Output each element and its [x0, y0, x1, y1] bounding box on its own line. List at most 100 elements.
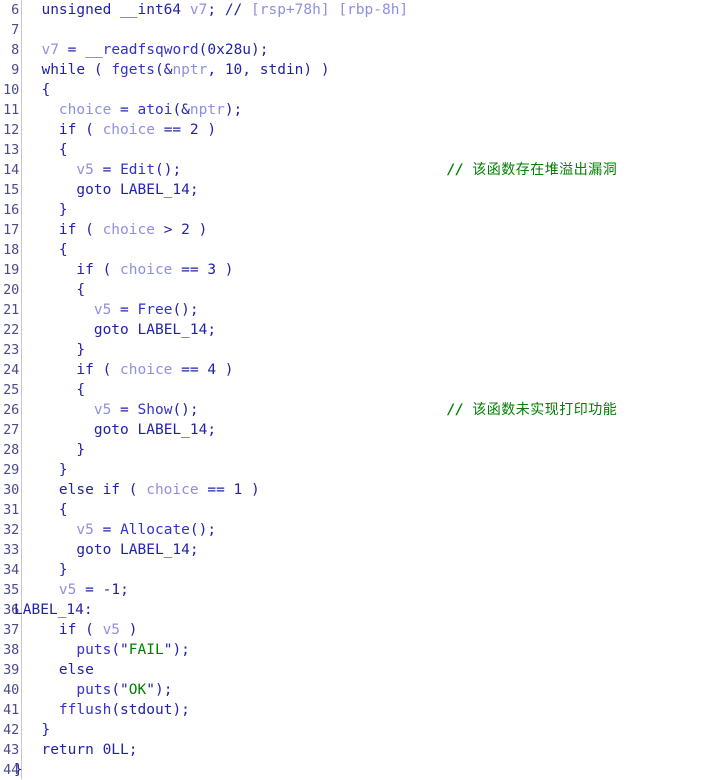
code-line[interactable]: 6 unsigned __int64 v7; // [rsp+78h] [rbp… — [0, 0, 724, 20]
token-kw: == — [154, 122, 190, 138]
line-number: 42 — [3, 722, 19, 738]
code-text[interactable]: v5 = Edit(); — [24, 160, 181, 180]
code-text[interactable]: puts("FAIL"); — [24, 640, 190, 660]
token-str: OK — [128, 682, 147, 698]
code-text[interactable]: goto LABEL_14; — [24, 180, 198, 200]
code-text[interactable]: if ( choice == 2 ) — [24, 120, 216, 140]
code-line[interactable]: 31 { — [0, 500, 724, 520]
line-number: 12 — [3, 122, 19, 138]
code-line[interactable]: 35 v5 = -1; — [0, 580, 724, 600]
line-number: 14 — [3, 162, 19, 178]
code-text[interactable]: unsigned __int64 v7; // [rsp+78h] [rbp-8… — [24, 0, 408, 20]
token-kw: = — [76, 582, 103, 598]
token-kw: { — [24, 502, 68, 518]
code-text[interactable]: } — [24, 560, 68, 580]
code-line[interactable]: 37 if ( v5 ) — [0, 620, 724, 640]
code-text[interactable]: goto LABEL_14; — [24, 320, 216, 340]
code-line[interactable]: 10 { — [0, 80, 724, 100]
code-line[interactable]: 36 LABEL_14: — [0, 600, 724, 620]
code-text[interactable]: v5 = Show(); — [24, 400, 199, 420]
code-line[interactable]: 8 v7 = __readfsqword(0x28u); — [0, 40, 724, 60]
code-line[interactable]: 38 puts("FAIL"); — [0, 640, 724, 660]
token-kw: (); — [172, 302, 199, 318]
code-text[interactable]: if ( choice == 4 ) — [24, 360, 233, 380]
code-text[interactable]: LABEL_14: — [14, 600, 93, 620]
code-text[interactable]: { — [24, 280, 85, 300]
code-text[interactable]: } — [14, 760, 23, 780]
token-fn: atoi — [137, 102, 173, 118]
code-line[interactable]: 20 { — [0, 280, 724, 300]
code-text[interactable]: } — [24, 340, 85, 360]
line-number: 38 — [3, 642, 19, 658]
code-line[interactable]: 28 } — [0, 440, 724, 460]
code-line[interactable]: 43 return 0LL; — [0, 740, 724, 760]
code-text[interactable]: } — [24, 720, 50, 740]
code-line[interactable]: 11 choice = atoi(&nptr); — [0, 100, 724, 120]
code-line[interactable]: 16 } — [0, 200, 724, 220]
code-text[interactable]: { — [24, 500, 68, 520]
code-line[interactable]: 14 v5 = Edit(); // 该函数存在堆溢出漏洞 — [0, 160, 724, 180]
code-line[interactable]: 21 v5 = Free(); — [0, 300, 724, 320]
code-line[interactable]: 42 } — [0, 720, 724, 740]
code-line[interactable]: 23 } — [0, 340, 724, 360]
code-line[interactable]: 41 fflush(stdout); — [0, 700, 724, 720]
code-line[interactable]: 12 if ( choice == 2 ) — [0, 120, 724, 140]
code-line[interactable]: 25 { — [0, 380, 724, 400]
code-text[interactable]: fflush(stdout); — [24, 700, 190, 720]
code-text[interactable]: { — [24, 140, 68, 160]
inline-comment[interactable]: // 该函数未实现打印功能 — [447, 400, 617, 420]
pseudocode-view[interactable]: 6 unsigned __int64 v7; // [rsp+78h] [rbp… — [0, 0, 724, 779]
code-line[interactable]: 44} — [0, 760, 724, 780]
token-num: 3 — [207, 262, 217, 278]
code-text[interactable]: goto LABEL_14; — [24, 420, 216, 440]
code-line[interactable]: 33 goto LABEL_14; — [0, 540, 724, 560]
code-text[interactable]: { — [24, 240, 68, 260]
code-text[interactable]: } — [24, 200, 68, 220]
code-text[interactable]: puts("OK"); — [24, 680, 172, 700]
code-line[interactable]: 18 { — [0, 240, 724, 260]
code-line[interactable]: 15 goto LABEL_14; — [0, 180, 724, 200]
code-line[interactable]: 40 puts("OK"); — [0, 680, 724, 700]
code-line[interactable]: 13 { — [0, 140, 724, 160]
code-text[interactable]: if ( choice == 3 ) — [24, 260, 233, 280]
token-kw — [24, 102, 59, 118]
code-line[interactable]: 17 if ( choice > 2 ) — [0, 220, 724, 240]
inline-comment[interactable]: // 该函数存在堆溢出漏洞 — [447, 160, 617, 180]
code-text[interactable]: else — [24, 660, 94, 680]
code-line[interactable]: 19 if ( choice == 3 ) — [0, 260, 724, 280]
code-line[interactable]: 24 if ( choice == 4 ) — [0, 360, 724, 380]
code-line[interactable]: 30 else if ( choice == 1 ) — [0, 480, 724, 500]
code-text[interactable]: } — [24, 440, 85, 460]
code-line[interactable]: 29 } — [0, 460, 724, 480]
token-lbl: LABEL_14 — [14, 602, 84, 618]
code-line[interactable]: 27 goto LABEL_14; — [0, 420, 724, 440]
line-number: 21 — [3, 302, 19, 318]
code-line[interactable]: 39 else — [0, 660, 724, 680]
code-text[interactable]: else if ( choice == 1 ) — [24, 480, 260, 500]
token-num: 4 — [207, 362, 217, 378]
code-line[interactable]: 7 — [0, 20, 724, 40]
code-line[interactable]: 32 v5 = Allocate(); — [0, 520, 724, 540]
token-kw: (& — [172, 102, 190, 118]
code-text[interactable]: choice = atoi(&nptr); — [24, 100, 242, 120]
code-line[interactable]: 34 } — [0, 560, 724, 580]
code-line[interactable]: 26 v5 = Show(); // 该函数未实现打印功能 — [0, 400, 724, 420]
code-text[interactable]: if ( v5 ) — [24, 620, 138, 640]
code-text[interactable]: v5 = -1; — [24, 580, 129, 600]
comment-body: 该函数未实现打印功能 — [472, 402, 618, 418]
code-text[interactable]: v7 = __readfsqword(0x28u); — [24, 40, 268, 60]
code-text[interactable]: return 0LL; — [24, 740, 137, 760]
code-text[interactable]: while ( fgets(&nptr, 10, stdin) ) — [24, 60, 329, 80]
code-text[interactable]: v5 = Allocate(); — [24, 520, 216, 540]
code-text[interactable]: } — [24, 460, 68, 480]
line-number: 16 — [3, 202, 19, 218]
code-text[interactable]: goto LABEL_14; — [24, 540, 198, 560]
code-line[interactable]: 9 while ( fgets(&nptr, 10, stdin) ) — [0, 60, 724, 80]
code-text[interactable]: v5 = Free(); — [24, 300, 199, 320]
code-line[interactable]: 22 goto LABEL_14; — [0, 320, 724, 340]
code-text[interactable]: { — [24, 80, 50, 100]
token-lbl: LABEL_14 — [137, 322, 208, 338]
token-kw: = — [111, 302, 138, 318]
code-text[interactable]: if ( choice > 2 ) — [24, 220, 207, 240]
code-text[interactable]: { — [24, 380, 85, 400]
